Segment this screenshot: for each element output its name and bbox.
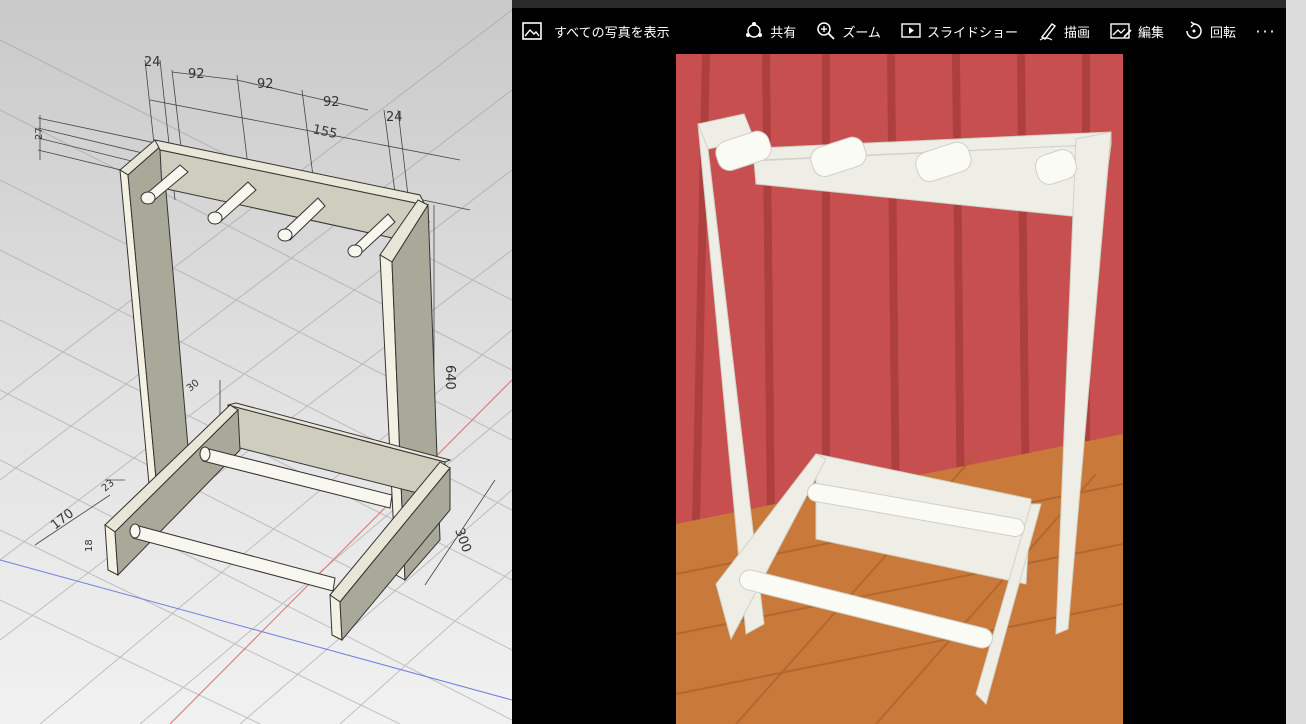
zoom-button[interactable]: ズーム	[806, 8, 891, 54]
dim-27: 27	[34, 127, 45, 140]
rotate-icon	[1186, 21, 1202, 39]
cad-viewport[interactable]: 24 92 92 92 24 155 640 300 170 30 23 27 …	[0, 0, 512, 724]
slideshow-button[interactable]: スライドショー	[891, 8, 1028, 54]
grid	[0, 9, 512, 724]
draw-button[interactable]: 描画	[1028, 8, 1100, 54]
dim-155: 155	[311, 122, 338, 142]
zoom-icon	[817, 22, 835, 40]
photos-app-window: すべての写真を表示 共有 ズーム スライドショー 描画 編集 回転 ···	[512, 0, 1306, 724]
rack-model	[104, 139, 452, 642]
dim-640: 640	[442, 365, 457, 390]
edit-button[interactable]: 編集	[1100, 8, 1174, 54]
photos-toolbar: すべての写真を表示 共有 ズーム スライドショー 描画 編集 回転 ···	[512, 8, 1286, 54]
dim-30: 30	[185, 378, 202, 395]
window-edge	[1286, 0, 1306, 724]
dim-24-right: 24	[386, 110, 403, 125]
dim-170: 170	[48, 506, 77, 533]
dim-24-left: 24	[144, 55, 161, 70]
dim-92-c: 92	[323, 95, 340, 110]
photo-icon	[522, 22, 542, 40]
edit-icon	[1110, 23, 1132, 39]
dim-92-a: 92	[188, 67, 205, 82]
more-icon: ···	[1255, 21, 1277, 41]
share-button[interactable]: 共有	[734, 8, 806, 54]
more-button[interactable]: ···	[1246, 8, 1286, 54]
share-icon	[746, 22, 763, 38]
rotate-button[interactable]: 回転	[1174, 8, 1246, 54]
slideshow-label: スライドショー	[926, 25, 1018, 41]
zoom-label: ズーム	[842, 25, 881, 41]
draw-icon	[1039, 23, 1056, 41]
back-label: すべての写真を表示	[554, 25, 670, 41]
rotate-label: 回転	[1209, 25, 1236, 41]
dim-92-b: 92	[257, 77, 274, 92]
draw-label: 描画	[1063, 25, 1090, 41]
slideshow-icon	[901, 23, 921, 38]
title-strip	[512, 0, 1306, 8]
back-to-all-photos-button[interactable]: すべての写真を表示	[522, 8, 670, 54]
axis-x	[0, 559, 512, 701]
photo-viewer[interactable]	[676, 54, 1123, 724]
dim-18: 18	[84, 539, 95, 552]
share-label: 共有	[770, 25, 797, 41]
cad-drawing: 24 92 92 92 24 155 640 300 170 30 23 27 …	[0, 9, 512, 724]
photo-image	[676, 54, 1123, 724]
edit-label: 編集	[1137, 25, 1164, 41]
